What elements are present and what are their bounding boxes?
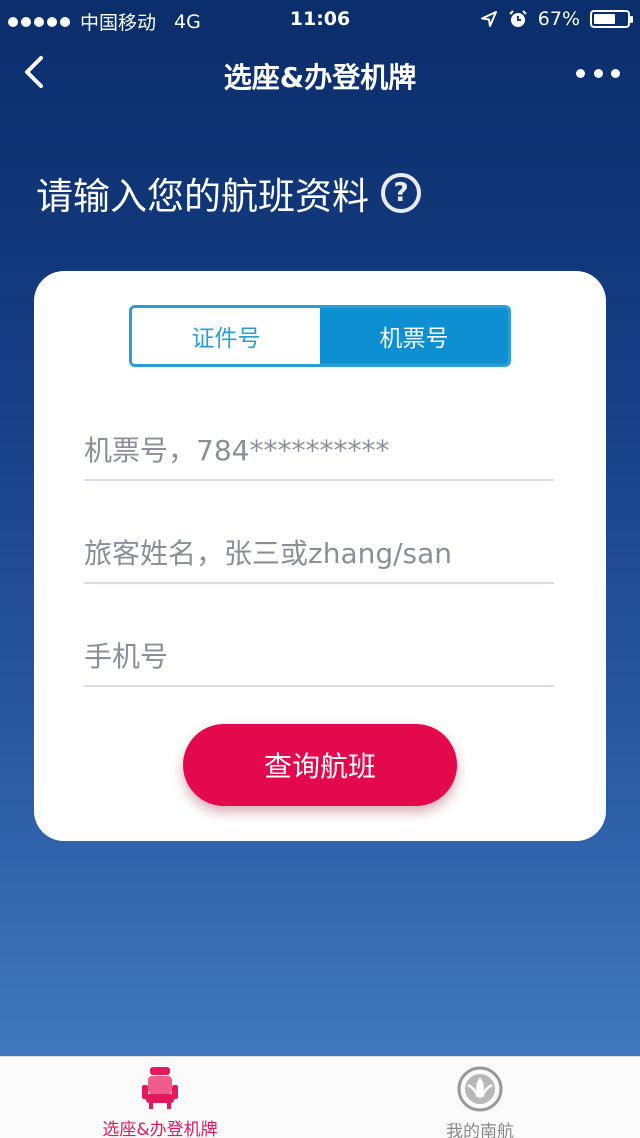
passenger-name-field	[84, 524, 554, 584]
page-title: 选座&办登机牌	[223, 61, 417, 94]
more-dots-icon	[576, 68, 585, 78]
tab-id-number[interactable]: 证件号	[132, 308, 320, 364]
seat-icon	[133, 1065, 187, 1111]
flight-info-card: 证件号 机票号 查询航班	[34, 271, 606, 841]
tab-my-china-southern[interactable]: 我的南航	[320, 1057, 640, 1138]
airline-logo-icon	[453, 1065, 507, 1113]
help-icon[interactable]: ?	[381, 173, 421, 213]
bottom-tab-bar: 选座&办登机牌 我的南航	[0, 1056, 640, 1138]
navigation-bar: 选座&办登机牌	[0, 38, 640, 108]
tab-label-seat-checkin: 选座&办登机牌	[102, 1120, 218, 1138]
more-options-button[interactable]	[576, 58, 620, 88]
ticket-number-input[interactable]	[84, 433, 554, 467]
phone-number-input[interactable]	[84, 639, 554, 673]
passenger-name-input[interactable]	[84, 536, 554, 570]
query-flight-button[interactable]: 查询航班	[183, 724, 457, 806]
battery-percentage: 67%	[537, 8, 580, 30]
location-arrow-icon	[480, 11, 497, 27]
id-type-segmented-control: 证件号 机票号	[129, 305, 511, 367]
alarm-clock-icon	[509, 10, 527, 27]
heading-text: 请输入您的航班资料	[36, 175, 369, 218]
battery-level-fill	[594, 14, 615, 24]
status-right: 67%	[480, 8, 633, 30]
phone-number-field	[84, 627, 554, 687]
tab-ticket-number[interactable]: 机票号	[320, 308, 508, 364]
form-heading: 请输入您的航班资料 ?	[36, 166, 421, 220]
tab-label-my-china-southern: 我的南航	[446, 1122, 514, 1138]
battery-icon	[590, 10, 633, 28]
tab-seat-checkin[interactable]: 选座&办登机牌	[0, 1057, 320, 1138]
status-bar: 中国移动 4G 11:06 67%	[0, 0, 640, 38]
ticket-number-field	[84, 421, 554, 481]
